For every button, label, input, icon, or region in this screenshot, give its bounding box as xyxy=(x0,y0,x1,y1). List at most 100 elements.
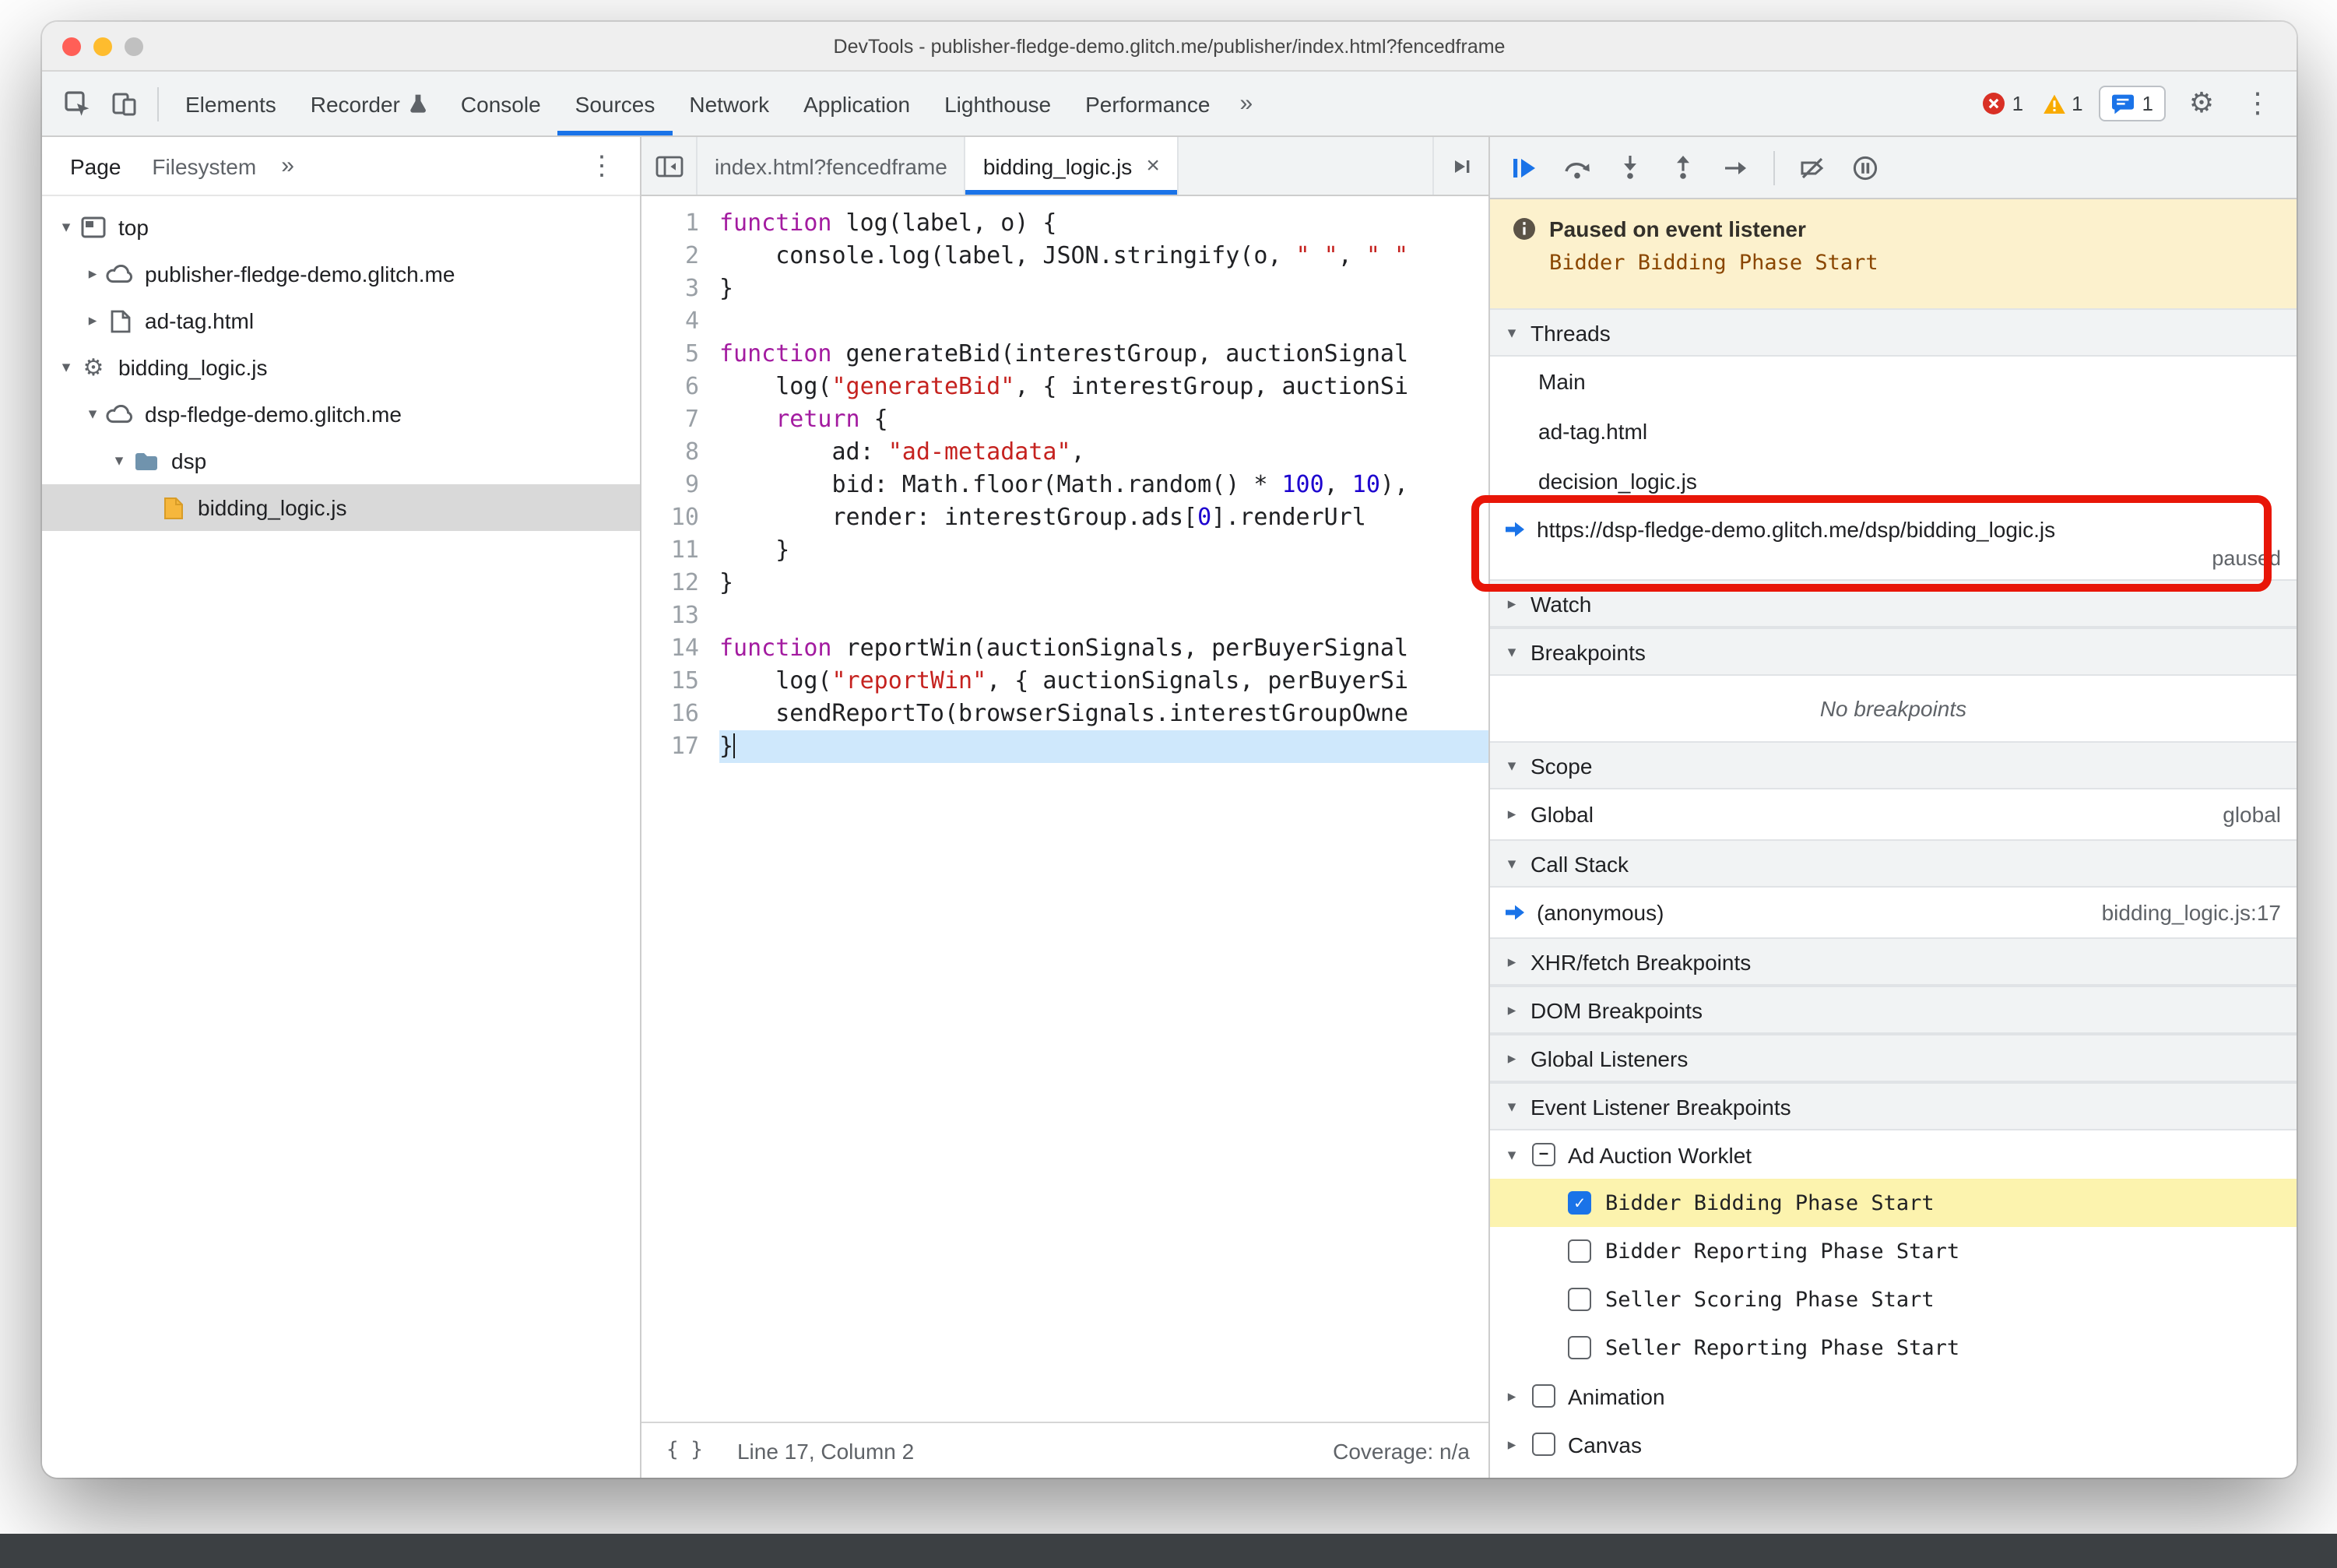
code-line-14[interactable]: 14 function reportWin(auctionSignals, per… xyxy=(641,632,1488,665)
code-line-16[interactable]: 16 sendReportTo(browserSignals.interestG… xyxy=(641,698,1488,730)
chevron-right-icon[interactable]: ▸ xyxy=(81,265,104,283)
section-breakpoints[interactable]: ▾ Breakpoints xyxy=(1490,628,2297,676)
checkbox-indeterminate[interactable]: – xyxy=(1532,1143,1555,1166)
thread-row-active[interactable]: https://dsp-fledge-demo.glitch.me/dsp/bi… xyxy=(1490,506,2297,579)
close-window-button[interactable] xyxy=(62,37,81,55)
tab-lighthouse[interactable]: Lighthouse xyxy=(927,72,1068,135)
elb-category-ad-auction-worklet[interactable]: ▾ – Ad Auction Worklet xyxy=(1490,1130,2297,1179)
scope-row-global[interactable]: ▸ Global global xyxy=(1490,789,2297,839)
tree-item-bidding-logic-js[interactable]: bidding_logic.js xyxy=(42,484,640,531)
section-dom-breakpoints[interactable]: ▸ DOM Breakpoints xyxy=(1490,986,2297,1034)
line-number[interactable]: 12 xyxy=(641,567,719,599)
chevron-right-icon[interactable]: ▸ xyxy=(81,311,104,330)
code-line-15[interactable]: 15 log("reportWin", { auctionSignals, pe… xyxy=(641,665,1488,698)
zoom-window-button[interactable] xyxy=(125,37,143,55)
code-line-8[interactable]: 8 ad: "ad-metadata", xyxy=(641,436,1488,469)
section-watch[interactable]: ▸ Watch xyxy=(1490,579,2297,628)
elb-category-animation[interactable]: ▸ Animation xyxy=(1490,1372,2297,1420)
code-line-10[interactable]: 10 render: interestGroup.ads[0].renderUr… xyxy=(641,501,1488,534)
chevron-down-icon[interactable]: ▾ xyxy=(81,405,104,424)
line-number[interactable]: 7 xyxy=(641,403,719,436)
tab-page[interactable]: Page xyxy=(58,137,133,195)
more-navigator-tabs-chevron[interactable]: » xyxy=(275,153,300,179)
thread-row[interactable]: ad-tag.html xyxy=(1490,406,2297,456)
checkbox-unchecked[interactable] xyxy=(1532,1384,1555,1408)
section-global-listeners[interactable]: ▸ Global Listeners xyxy=(1490,1034,2297,1082)
checkbox-unchecked[interactable] xyxy=(1532,1433,1555,1456)
device-toolbar-icon[interactable] xyxy=(101,80,148,127)
close-tab-icon[interactable]: × xyxy=(1146,153,1160,179)
chevron-right-icon[interactable]: ▸ xyxy=(1504,1435,1520,1454)
code-line-3[interactable]: 3} xyxy=(641,272,1488,305)
code-line-13[interactable]: 13 xyxy=(641,599,1488,632)
resume-script-icon[interactable] xyxy=(1499,146,1549,189)
tree-item-dsp[interactable]: ▾ dsp xyxy=(42,438,640,484)
chevron-right-icon[interactable]: ▸ xyxy=(1504,1387,1520,1405)
code-line-6[interactable]: 6 log("generateBid", { interestGroup, au… xyxy=(641,371,1488,403)
line-number[interactable]: 17 xyxy=(641,730,719,763)
line-number[interactable]: 9 xyxy=(641,469,719,501)
step-into-icon[interactable] xyxy=(1605,146,1655,189)
tab-network[interactable]: Network xyxy=(672,72,786,135)
code-line-7[interactable]: 7 return { xyxy=(641,403,1488,436)
more-panels-chevron[interactable]: » xyxy=(1227,72,1265,135)
checkbox-checked[interactable]: ✓ xyxy=(1568,1191,1591,1215)
issues-button[interactable]: 1 xyxy=(2098,86,2166,121)
tab-filesystem[interactable]: Filesystem xyxy=(139,137,269,195)
checkbox-unchecked[interactable] xyxy=(1568,1288,1591,1311)
toggle-navigator-icon[interactable] xyxy=(641,137,698,195)
tab-sources[interactable]: Sources xyxy=(558,72,673,135)
tree-item-bidding-logic-js[interactable]: ▾ ⚙ bidding_logic.js xyxy=(42,344,640,391)
line-number[interactable]: 15 xyxy=(641,665,719,698)
minimize-window-button[interactable] xyxy=(93,37,112,55)
line-number[interactable]: 13 xyxy=(641,599,719,632)
tab-recorder[interactable]: Recorder xyxy=(293,72,444,135)
code-line-1[interactable]: 1 function log(label, o) { xyxy=(641,207,1488,240)
tree-item-dsp-fledge-demo-glitch-me[interactable]: ▾ dsp-fledge-demo.glitch.me xyxy=(42,391,640,438)
line-number[interactable]: 16 xyxy=(641,698,719,730)
editor-tab-nav-icon[interactable] xyxy=(1432,137,1488,195)
elb-event-seller-scoring-phase-start[interactable]: Seller Scoring Phase Start xyxy=(1490,1275,2297,1324)
call-stack-frame[interactable]: (anonymous) bidding_logic.js:17 xyxy=(1490,888,2297,937)
line-number[interactable]: 2 xyxy=(641,240,719,272)
tab-console[interactable]: Console xyxy=(444,72,558,135)
chevron-right-icon[interactable]: ▸ xyxy=(1504,805,1520,824)
checkbox-unchecked[interactable] xyxy=(1568,1239,1591,1263)
chevron-down-icon[interactable]: ▾ xyxy=(1504,1145,1520,1164)
deactivate-breakpoints-icon[interactable] xyxy=(1787,146,1837,189)
settings-gear-icon[interactable]: ⚙ xyxy=(2181,87,2222,120)
code-line-5[interactable]: 5 function generateBid(interestGroup, auc… xyxy=(641,338,1488,371)
thread-row[interactable]: Main xyxy=(1490,357,2297,406)
code-line-4[interactable]: 4 xyxy=(641,305,1488,338)
step-over-icon[interactable] xyxy=(1552,146,1602,189)
tab-application[interactable]: Application xyxy=(786,72,927,135)
line-number[interactable]: 14 xyxy=(641,632,719,665)
code-line-12[interactable]: 12} xyxy=(641,567,1488,599)
chevron-down-icon[interactable]: ▾ xyxy=(107,452,131,470)
section-scope[interactable]: ▾ Scope xyxy=(1490,741,2297,789)
tree-item-publisher-fledge-demo-glitch-me[interactable]: ▸ publisher-fledge-demo.glitch.me xyxy=(42,251,640,297)
code-line-17[interactable]: 17} xyxy=(641,730,1488,763)
tree-item-ad-tag-html[interactable]: ▸ ad-tag.html xyxy=(42,297,640,344)
kebab-menu-icon[interactable]: ⋮ xyxy=(2237,87,2278,120)
line-number[interactable]: 10 xyxy=(641,501,719,534)
code-line-11[interactable]: 11 } xyxy=(641,534,1488,567)
section-call-stack[interactable]: ▾ Call Stack xyxy=(1490,839,2297,888)
chevron-down-icon[interactable]: ▾ xyxy=(54,218,78,237)
section-event-listener-breakpoints[interactable]: ▾ Event Listener Breakpoints xyxy=(1490,1082,2297,1130)
pause-on-exceptions-icon[interactable] xyxy=(1840,146,1890,189)
elb-event-seller-reporting-phase-start[interactable]: Seller Reporting Phase Start xyxy=(1490,1324,2297,1372)
checkbox-unchecked[interactable] xyxy=(1568,1336,1591,1359)
code-line-2[interactable]: 2 console.log(label, JSON.stringify(o, "… xyxy=(641,240,1488,272)
line-number[interactable]: 6 xyxy=(641,371,719,403)
section-xhr-breakpoints[interactable]: ▸ XHR/fetch Breakpoints xyxy=(1490,937,2297,986)
line-number[interactable]: 8 xyxy=(641,436,719,469)
tab-elements[interactable]: Elements xyxy=(168,72,293,135)
section-threads[interactable]: ▾ Threads xyxy=(1490,308,2297,357)
step-out-icon[interactable] xyxy=(1658,146,1708,189)
elb-category-canvas[interactable]: ▸ Canvas xyxy=(1490,1420,2297,1468)
elb-event-bidder-reporting-phase-start[interactable]: Bidder Reporting Phase Start xyxy=(1490,1227,2297,1275)
tab-performance[interactable]: Performance xyxy=(1068,72,1227,135)
line-number[interactable]: 11 xyxy=(641,534,719,567)
step-icon[interactable] xyxy=(1711,146,1761,189)
